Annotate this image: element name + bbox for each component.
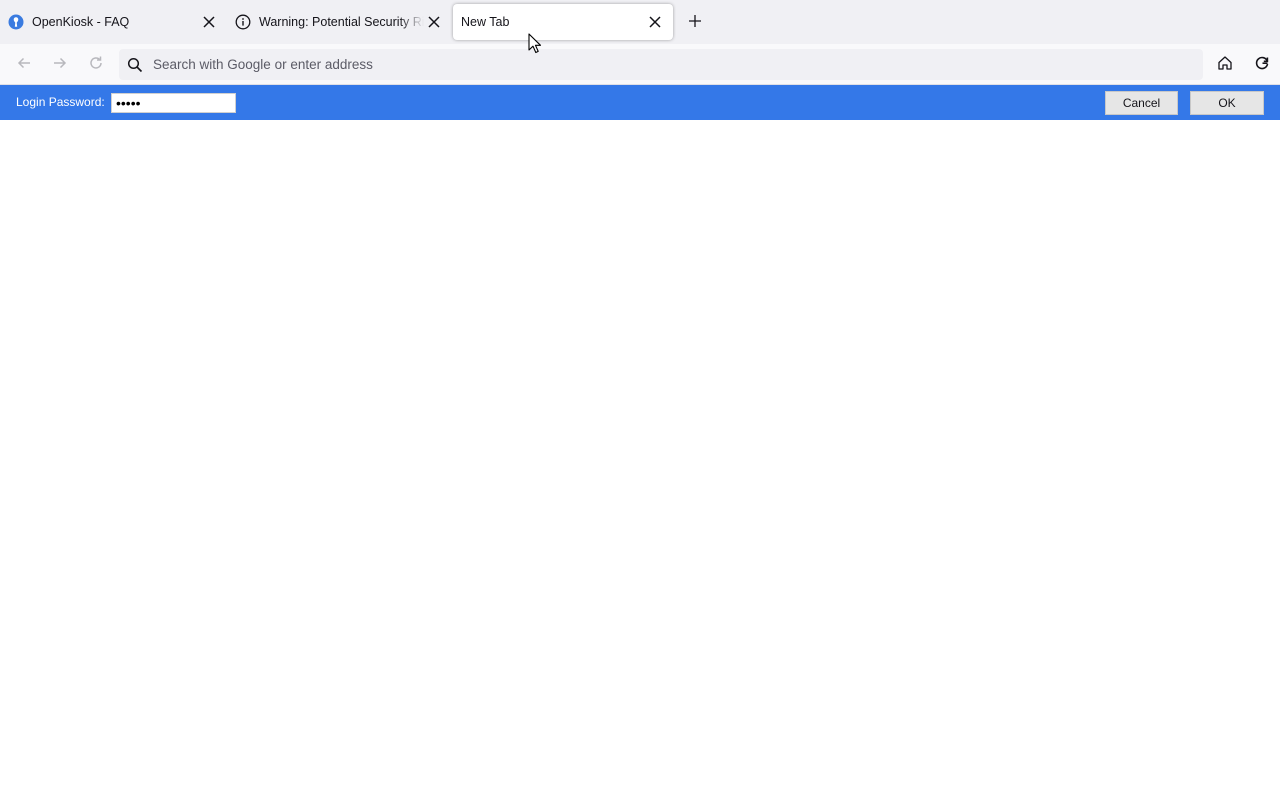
forward-arrow-icon (52, 55, 68, 76)
search-icon (127, 57, 143, 73)
address-input[interactable] (153, 49, 1203, 80)
reset-session-button[interactable] (1249, 52, 1275, 78)
new-tab-button[interactable] (684, 12, 706, 34)
reload-button[interactable] (83, 52, 109, 78)
login-password-input[interactable] (111, 93, 236, 113)
reset-session-icon (1254, 55, 1270, 76)
home-icon (1217, 55, 1233, 76)
close-tab-icon[interactable] (199, 12, 219, 32)
close-tab-icon[interactable] (424, 12, 444, 32)
back-arrow-icon (16, 55, 32, 76)
info-icon (235, 14, 251, 30)
tab-title: Warning: Potential Security Risk Ahead (259, 15, 424, 29)
tab-security-warning[interactable]: Warning: Potential Security Risk Ahead (227, 4, 452, 40)
mouse-cursor-icon (528, 33, 542, 55)
tab-openkiosk-faq[interactable]: OpenKiosk - FAQ (0, 4, 227, 40)
back-button[interactable] (11, 52, 37, 78)
page-content (0, 120, 1280, 800)
login-password-label: Login Password: (16, 95, 105, 109)
openkiosk-favicon-icon (8, 14, 24, 30)
login-bar: Login Password: Cancel OK (0, 85, 1280, 120)
ok-button[interactable]: OK (1190, 91, 1264, 115)
address-bar[interactable] (119, 49, 1203, 80)
tab-title: OpenKiosk - FAQ (32, 15, 130, 29)
tab-strip: OpenKiosk - FAQ Warning: Potential Secur… (0, 0, 1280, 44)
reload-icon (88, 55, 104, 76)
navigation-toolbar (0, 44, 1280, 85)
tab-title: New Tab (461, 15, 510, 29)
home-button[interactable] (1212, 52, 1238, 78)
cancel-button[interactable]: Cancel (1105, 91, 1178, 115)
tab-new-tab[interactable]: New Tab (453, 4, 673, 40)
plus-icon (688, 14, 702, 33)
close-tab-icon[interactable] (645, 12, 665, 32)
forward-button[interactable] (47, 52, 73, 78)
